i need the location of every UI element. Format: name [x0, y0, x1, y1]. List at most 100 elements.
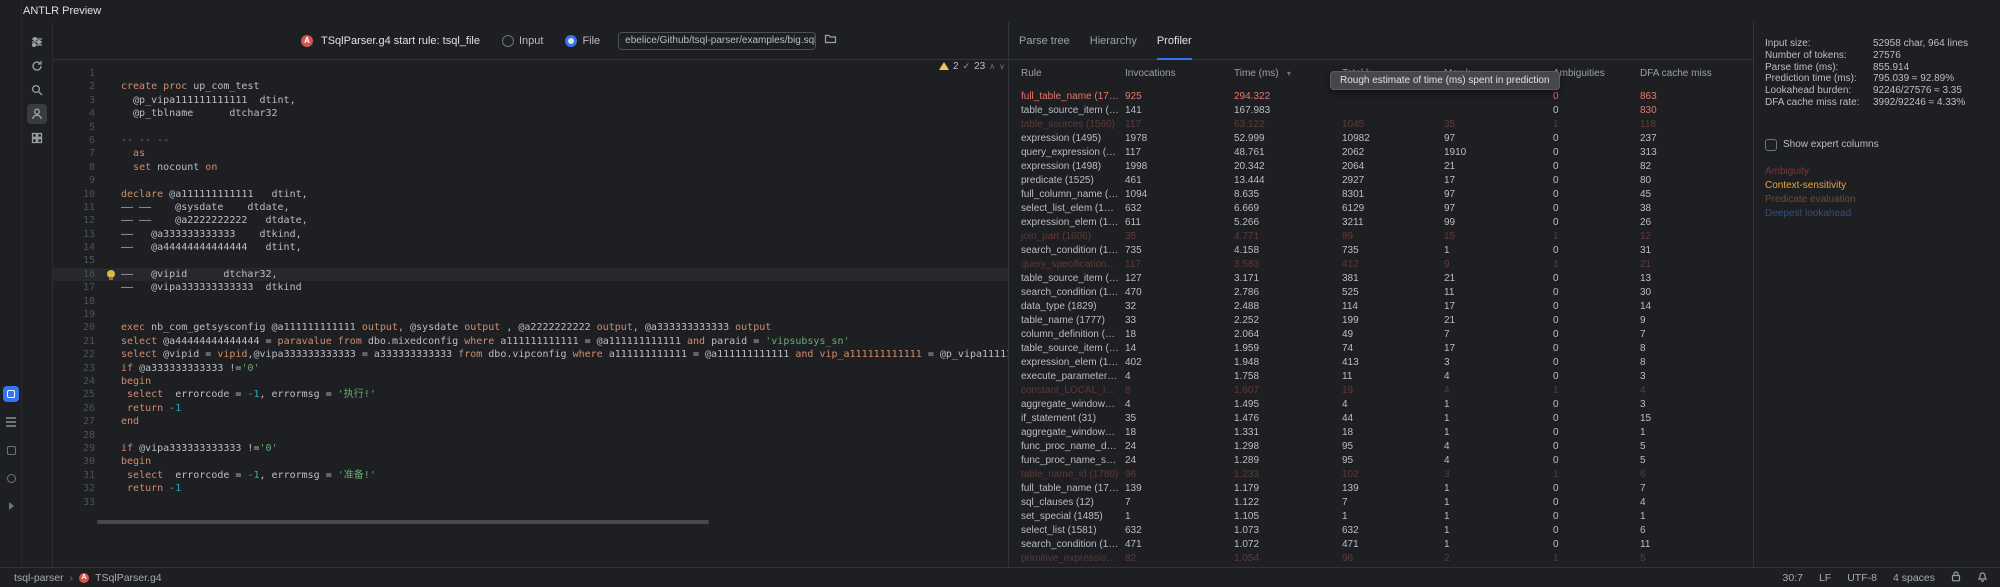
find-stripe-icon[interactable]: [3, 470, 19, 486]
code-line[interactable]: 14—— @a44444444444444 dtint,: [53, 241, 1008, 254]
profiler-row[interactable]: full_table_name (1775)925294.3220863: [1015, 90, 1748, 104]
horizontal-scrollbar[interactable]: [97, 520, 709, 524]
profiler-row[interactable]: table_name (1777)332.2521992109: [1015, 314, 1748, 328]
profiler-row[interactable]: func_proc_name_serv…241.28995405: [1015, 454, 1748, 468]
bookmarks-stripe-icon[interactable]: [3, 442, 19, 458]
checkbox-icon[interactable]: [1765, 139, 1777, 151]
code-line[interactable]: 24begin: [53, 375, 1008, 388]
refresh-icon[interactable]: [27, 56, 47, 76]
line-ending[interactable]: LF: [1819, 572, 1831, 584]
profiler-row[interactable]: predicate (1525)46113.444292717080: [1015, 174, 1748, 188]
tab-parse-tree[interactable]: Parse tree: [1019, 22, 1070, 60]
code-line[interactable]: 11—— —— @sysdate dtdate,: [53, 201, 1008, 214]
code-line[interactable]: 8 set nocount on: [53, 161, 1008, 174]
code-line[interactable]: 5: [53, 121, 1008, 134]
file-radio-label[interactable]: File: [582, 35, 600, 47]
checkbox-label[interactable]: Show expert columns: [1783, 139, 1879, 150]
profiler-row[interactable]: search_condition (1519)7354.1587351031: [1015, 244, 1748, 258]
grid-icon[interactable]: [27, 128, 47, 148]
code-line[interactable]: 26 return -1: [53, 402, 1008, 415]
profiler-row[interactable]: aggregate_windowed…41.4954103: [1015, 398, 1748, 412]
code-line[interactable]: 22select @vipid = vipid,@vipa33333333333…: [53, 348, 1008, 361]
antlr-preview-stripe-icon[interactable]: [3, 386, 19, 402]
code-line[interactable]: 25 select errorcode = -1, errormsg = '执行…: [53, 388, 1008, 401]
code-line[interactable]: 18: [53, 295, 1008, 308]
code-line[interactable]: 13—— @a333333333333 dtkind,: [53, 228, 1008, 241]
code-line[interactable]: 32 return -1: [53, 482, 1008, 495]
code-line[interactable]: 29if @vipa333333333333 !='0': [53, 442, 1008, 455]
file-radio[interactable]: File: [565, 35, 600, 47]
profiler-row[interactable]: table_source_item (16…141167.9830830: [1015, 104, 1748, 118]
code-line[interactable]: 10declare @a111111111111 dtint,: [53, 188, 1008, 201]
profiler-row[interactable]: column_definition (1421)182.06449707: [1015, 328, 1748, 342]
profiler-row[interactable]: expression (1495)197852.99910982970237: [1015, 132, 1748, 146]
profiler-row[interactable]: constant_LOCAL_ID (1…81.60719414: [1015, 384, 1748, 398]
code-line[interactable]: 9: [53, 174, 1008, 187]
profiler-row[interactable]: data_type (1829)322.48811417014: [1015, 300, 1748, 314]
code-line[interactable]: 30begin: [53, 455, 1008, 468]
code-line[interactable]: 31 select errorcode = -1, errormsg = '准备…: [53, 469, 1008, 482]
caret-position[interactable]: 30:7: [1783, 572, 1803, 584]
magnifier-icon[interactable]: [27, 80, 47, 100]
profiler-row[interactable]: full_column_name (17…10948.635830197045: [1015, 188, 1748, 202]
code-line[interactable]: 12—— —— @a2222222222 dtdate,: [53, 214, 1008, 227]
tab-profiler[interactable]: Profiler: [1157, 22, 1192, 60]
profiler-row[interactable]: execute_parameter (1…41.75811403: [1015, 370, 1748, 384]
profiler-row[interactable]: aggregate_windowed…181.33118101: [1015, 426, 1748, 440]
code-line[interactable]: 21select @a44444444444444 = paravalue fr…: [53, 335, 1008, 348]
settings-icon[interactable]: [27, 32, 47, 52]
code-line[interactable]: 4 @p_tblname dtchar32: [53, 107, 1008, 120]
profiler-row[interactable]: func_proc_name_data…241.29895405: [1015, 440, 1748, 454]
profiler-row[interactable]: primitive_expression (…821.05496215: [1015, 552, 1748, 566]
input-radio[interactable]: Input: [502, 35, 543, 47]
column-header-rule[interactable]: Rule: [1015, 68, 1119, 79]
profiler-row[interactable]: expression_elem (1590)6115.266321199026: [1015, 216, 1748, 230]
file-path-input[interactable]: ebelice/Github/tsql-parser/examples/big.…: [618, 32, 816, 50]
run-stripe-icon[interactable]: [3, 498, 19, 514]
profiler-row[interactable]: join_part (1606)354.7718915112: [1015, 230, 1748, 244]
profiler-row[interactable]: select_list (1581)6321.073632106: [1015, 524, 1748, 538]
code-line[interactable]: 6-- -- --: [53, 134, 1008, 147]
notifications-bell-icon[interactable]: [1977, 571, 1988, 585]
editor-lines[interactable]: 12create proc up_com_test3 @p_vipa111111…: [53, 61, 1008, 567]
profiler-row[interactable]: table_sources (1560)11763.1221045351118: [1015, 118, 1748, 132]
profiler-row[interactable]: query_expression (1527)11748.76120621910…: [1015, 146, 1748, 160]
file-radio-circle-icon[interactable]: [565, 35, 577, 47]
code-line[interactable]: 15: [53, 254, 1008, 267]
code-line[interactable]: 27end: [53, 415, 1008, 428]
code-line[interactable]: 3 @p_vipa111111111111 dtint,: [53, 94, 1008, 107]
profiler-row[interactable]: search_condition (1517)4702.78652511030: [1015, 286, 1748, 300]
structure-stripe-icon[interactable]: [3, 414, 19, 430]
input-radio-circle-icon[interactable]: [502, 35, 514, 47]
profiler-row[interactable]: full_table_name (1773)1391.179139107: [1015, 482, 1748, 496]
lock-icon[interactable]: [1951, 571, 1961, 585]
column-header-time-ms[interactable]: Time (ms) ▾: [1228, 68, 1336, 79]
code-line[interactable]: 28: [53, 429, 1008, 442]
breadcrumb-project[interactable]: tsql-parser: [14, 572, 64, 584]
code-line[interactable]: 16—— @vipid dtchar32,: [53, 268, 1008, 281]
code-line[interactable]: 19: [53, 308, 1008, 321]
profile-icon[interactable]: [27, 104, 47, 124]
profiler-row[interactable]: select_list_elem (1592)6326.669612997038: [1015, 202, 1748, 216]
profiler-row[interactable]: table_name_id (1780)961.233102316: [1015, 468, 1748, 482]
profiler-row[interactable]: search_condition (1516)4711.0724711011: [1015, 538, 1748, 552]
indent-setting[interactable]: 4 spaces: [1893, 572, 1935, 584]
column-header-ambiguities[interactable]: Ambiguities: [1547, 68, 1634, 79]
browse-file-icon[interactable]: [824, 33, 837, 48]
input-radio-label[interactable]: Input: [519, 35, 543, 47]
breadcrumb-file[interactable]: TSqlParser.g4: [95, 572, 162, 584]
profiler-row[interactable]: if_statement (31)351.476441015: [1015, 412, 1748, 426]
code-line[interactable]: 2create proc up_com_test: [53, 80, 1008, 93]
profiler-row[interactable]: expression (1498)199820.342206421082: [1015, 160, 1748, 174]
code-line[interactable]: 17—— @vipa333333333333 dtkind: [53, 281, 1008, 294]
profiler-row[interactable]: query_specification (1…1173.5834129121: [1015, 258, 1748, 272]
profiler-row[interactable]: table_source_item (15…141.959741708: [1015, 342, 1748, 356]
code-line[interactable]: 7 as: [53, 147, 1008, 160]
code-line[interactable]: 23if @a333333333333 !='0': [53, 362, 1008, 375]
profiler-row[interactable]: expression_elem (1589)4021.948413308: [1015, 356, 1748, 370]
code-line[interactable]: 33: [53, 496, 1008, 509]
tab-hierarchy[interactable]: Hierarchy: [1090, 22, 1137, 60]
column-header-invocations[interactable]: Invocations: [1119, 68, 1228, 79]
code-line[interactable]: 20exec nb_com_getsysconfig @a11111111111…: [53, 321, 1008, 334]
show-expert-columns-checkbox[interactable]: Show expert columns: [1765, 139, 1997, 151]
